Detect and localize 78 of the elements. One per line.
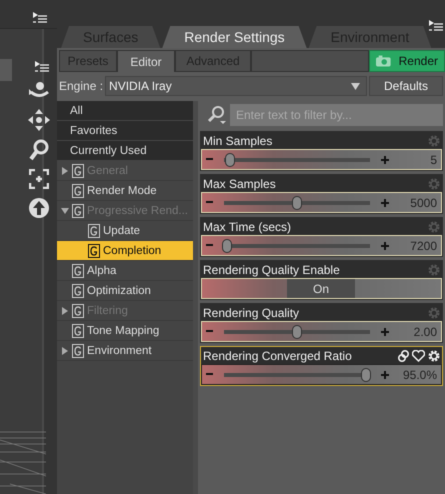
slider-control[interactable]: 5000 [201, 192, 442, 213]
property-value: 2.00 [412, 324, 437, 338]
minus-icon[interactable] [206, 201, 213, 204]
plus-icon[interactable] [381, 370, 389, 378]
filter-item[interactable]: Currently Used [57, 141, 193, 161]
slider-thumb[interactable] [222, 238, 232, 252]
property-row[interactable]: Rendering Quality 2.00 [200, 303, 443, 343]
move-icon[interactable] [28, 109, 50, 131]
group-item[interactable]: Tone Mapping [57, 321, 193, 341]
filter-item[interactable]: Favorites [57, 121, 193, 141]
property-row[interactable]: Rendering Converged Ratio 95.0% [200, 346, 443, 386]
group-icon [72, 284, 84, 298]
property-row[interactable]: Min Samples 5 [200, 131, 443, 171]
plus-icon[interactable] [381, 328, 389, 336]
filter-item[interactable]: All [57, 101, 193, 121]
minus-icon[interactable] [206, 244, 213, 247]
property-name: Max Samples [203, 176, 277, 190]
frame-icon[interactable] [28, 169, 48, 189]
toggle-field[interactable]: On [201, 278, 442, 299]
property-value: 7200 [409, 238, 437, 252]
slider-control[interactable]: 2.00 [201, 321, 442, 342]
property-row[interactable]: Rendering Quality Enable On [200, 260, 443, 300]
panel-menu-icon[interactable] [34, 61, 48, 73]
link-icon[interactable] [398, 350, 409, 362]
tab[interactable]: Render Settings [162, 26, 307, 48]
camera-icon [376, 55, 391, 67]
slider-thumb[interactable] [292, 324, 302, 338]
property-name: Rendering Quality Enable [203, 262, 341, 276]
slider-control[interactable]: 7200 [201, 235, 442, 256]
collapsed-arrow-icon[interactable] [61, 346, 69, 354]
minus-icon[interactable] [206, 158, 213, 161]
defaults-button[interactable]: Defaults [369, 76, 443, 96]
property-value: 95.0% [402, 368, 437, 382]
group-icon [88, 244, 100, 258]
plus-icon[interactable] [381, 242, 389, 250]
engine-label: Engine : [59, 79, 104, 93]
toggle-button[interactable]: On [287, 279, 355, 298]
property-value: 5 [429, 152, 437, 166]
group-icon [88, 224, 100, 238]
group-icon [72, 344, 84, 358]
slider-control[interactable]: 95.0% [201, 364, 442, 385]
property-name: Rendering Quality [203, 306, 300, 320]
slider-thumb[interactable] [360, 368, 371, 382]
panel-menu-icon[interactable] [33, 12, 47, 24]
group-icon [72, 264, 84, 278]
group-icon [72, 304, 84, 318]
property-name: Min Samples [203, 134, 274, 148]
search-icon[interactable] [206, 106, 226, 124]
engine-dropdown[interactable]: NVIDIA Iray [105, 76, 367, 96]
favorite-heart-icon[interactable] [412, 350, 425, 362]
minus-icon[interactable] [206, 373, 213, 376]
render-button[interactable]: Render [369, 50, 445, 72]
panel-menu-icon[interactable] [429, 20, 443, 32]
property-row[interactable]: Max Time (secs) 7200 [200, 217, 443, 257]
minus-icon[interactable] [206, 330, 213, 333]
group-item[interactable]: Environment [57, 341, 193, 361]
group-icon [72, 204, 84, 218]
slider-track[interactable] [224, 152, 370, 166]
property-name: Max Time (secs) [203, 220, 292, 234]
plus-icon[interactable] [381, 156, 389, 164]
slider-thumb[interactable] [292, 196, 302, 210]
dropdown-arrow-icon [351, 82, 360, 90]
slider-control[interactable]: 5 [201, 149, 442, 170]
group-icon [72, 184, 84, 198]
property-value: 5000 [409, 196, 437, 210]
zoom-icon[interactable] [28, 139, 48, 161]
slider-track[interactable] [224, 368, 370, 382]
group-item[interactable]: Render Mode [57, 181, 193, 201]
group-icon [72, 164, 84, 178]
property-row[interactable]: Max Samples 5000 [200, 174, 443, 214]
group-item[interactable]: Optimization [57, 281, 193, 301]
sub-tab[interactable]: Editor [117, 50, 175, 72]
slider-track[interactable] [224, 238, 370, 252]
property-name: Rendering Converged Ratio [203, 348, 353, 362]
group-item[interactable]: Alpha [57, 261, 193, 281]
group-icon [72, 324, 84, 338]
slider-thumb[interactable] [224, 152, 235, 166]
plus-icon[interactable] [381, 198, 389, 206]
